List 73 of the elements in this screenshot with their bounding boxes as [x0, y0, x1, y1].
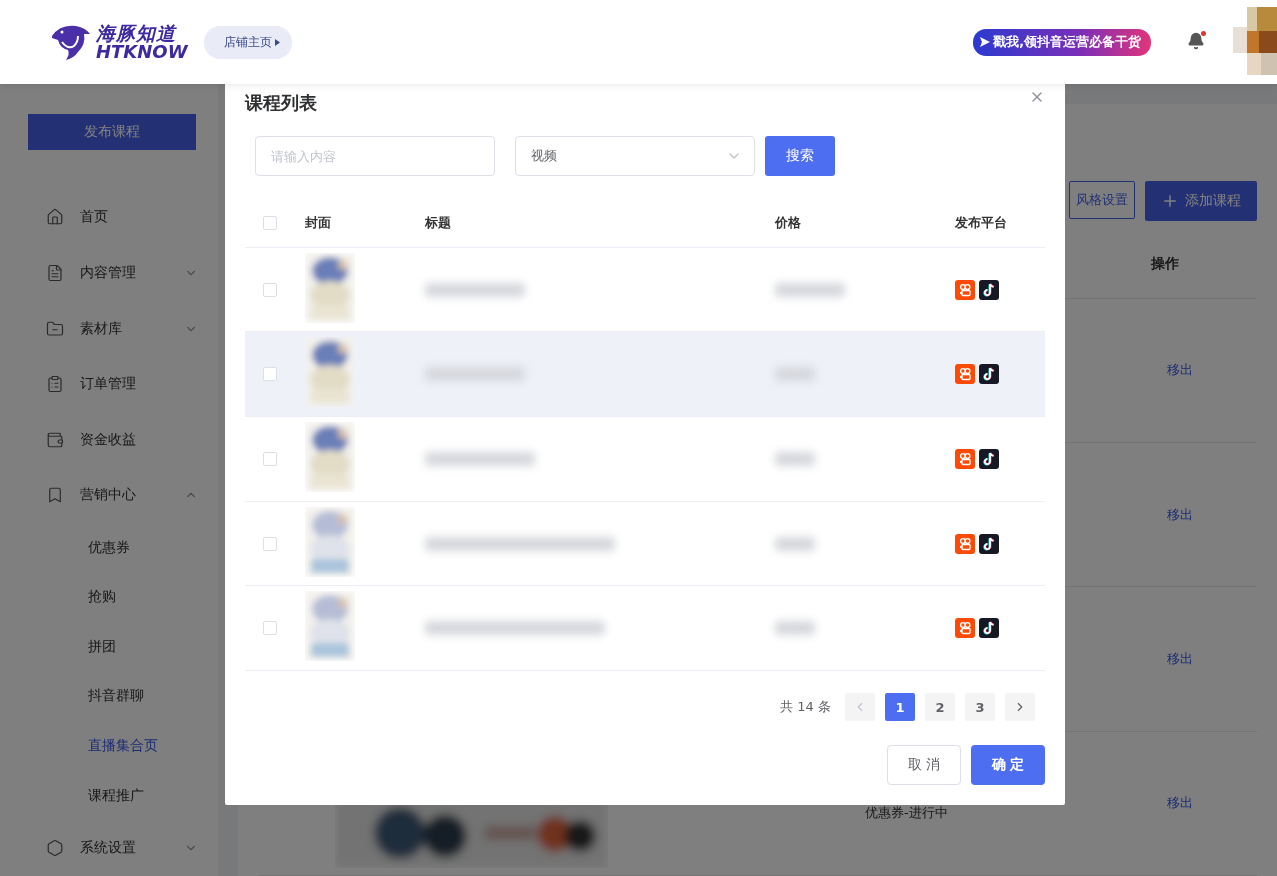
- cancel-button[interactable]: 取 消: [887, 745, 961, 785]
- blurred-price: [775, 282, 845, 297]
- select-all-checkbox[interactable]: [263, 216, 277, 231]
- page-button[interactable]: 2: [925, 693, 955, 721]
- music-note-icon: [979, 279, 999, 300]
- music-note-icon: [979, 364, 999, 385]
- sidebar-item[interactable]: 订单管理: [0, 356, 218, 412]
- remove-link[interactable]: 移出: [1167, 361, 1257, 380]
- row-checkbox[interactable]: [263, 536, 277, 551]
- logo-subtitle: HTKNOW: [96, 42, 188, 61]
- column-header: 操作: [1151, 255, 1179, 274]
- music-note-icon: [979, 618, 999, 639]
- sidebar-item[interactable]: 首页: [0, 189, 218, 246]
- sidebar-item[interactable]: 内容管理: [0, 245, 218, 301]
- page-button[interactable]: 1: [885, 693, 915, 721]
- play-icon: [979, 36, 992, 48]
- sidebar-subitem[interactable]: 课程推广: [0, 770, 218, 821]
- row-checkbox[interactable]: [263, 367, 277, 382]
- folder-icon: [46, 319, 64, 338]
- shop-home-link[interactable]: 店铺主页: [203, 25, 292, 59]
- style-settings-button[interactable]: 风格设置: [1069, 181, 1135, 219]
- camera-app-icon: [955, 364, 975, 385]
- logo-title: 海豚知道: [96, 23, 177, 43]
- sidebar-item[interactable]: 素材库: [0, 300, 218, 357]
- camera-app-icon: [955, 279, 975, 300]
- remove-link[interactable]: 移出: [1167, 505, 1257, 524]
- sidebar-item[interactable]: 资金收益: [0, 411, 218, 468]
- plus-icon: [1161, 192, 1179, 210]
- document-icon: [46, 264, 64, 282]
- next-page-button[interactable]: [1005, 693, 1035, 721]
- sidebar-subitem[interactable]: 优惠券: [0, 522, 218, 573]
- sidebar-item[interactable]: 系统设置: [0, 820, 218, 876]
- blurred-price: [775, 536, 815, 551]
- hexagon-icon: [46, 839, 64, 858]
- remove-link[interactable]: 移出: [1167, 794, 1257, 813]
- status-text: 优惠券-进行中: [865, 804, 949, 823]
- blurred-price: [775, 621, 815, 636]
- sidebar-subitem[interactable]: 抖音群聊: [0, 671, 218, 722]
- column-header: 标题: [425, 214, 452, 233]
- caret-icon: [274, 38, 280, 46]
- column-header: 发布平台: [955, 214, 1008, 233]
- column-header: 封面: [305, 214, 332, 233]
- type-select[interactable]: 视频: [515, 136, 755, 176]
- add-course-button[interactable]: 添加课程: [1145, 181, 1257, 221]
- bookmark-icon: [46, 486, 64, 505]
- publish-course-button[interactable]: 发布课程: [28, 114, 196, 150]
- bell-icon[interactable]: [1187, 32, 1205, 50]
- camera-app-icon: [955, 618, 975, 639]
- remove-link[interactable]: 移出: [1167, 650, 1257, 668]
- sidebar-subitem[interactable]: 抢购: [0, 572, 218, 623]
- table-row[interactable]: [245, 332, 1045, 418]
- row-checkbox[interactable]: [263, 451, 277, 466]
- search-field[interactable]: 请输入内容: [255, 136, 495, 176]
- confirm-button[interactable]: 确 定: [971, 745, 1045, 785]
- total-count: 共 14 条: [780, 698, 831, 716]
- wallet-icon: [46, 430, 64, 449]
- house-icon: [46, 208, 64, 227]
- row-checkbox[interactable]: [263, 282, 277, 297]
- sidebar-item[interactable]: 营销中心: [0, 467, 218, 523]
- sidebar-subitem[interactable]: 拼团: [0, 622, 218, 672]
- page-button[interactable]: 3: [965, 693, 995, 721]
- row-checkbox[interactable]: [263, 621, 277, 636]
- camera-app-icon: [955, 448, 975, 469]
- music-note-icon: [979, 533, 999, 554]
- promo-banner[interactable]: 戳我,领抖音运营必备干货: [973, 28, 1151, 56]
- clipboard-icon: [46, 375, 64, 394]
- camera-app-icon: [955, 533, 975, 554]
- sidebar-subitem[interactable]: 直播集合页: [0, 721, 218, 771]
- dialog-title: 课程列表: [245, 91, 317, 115]
- column-header: 价格: [775, 214, 802, 233]
- blurred-price: [775, 451, 815, 466]
- search-button[interactable]: 搜索: [765, 136, 835, 176]
- music-note-icon: [979, 448, 999, 469]
